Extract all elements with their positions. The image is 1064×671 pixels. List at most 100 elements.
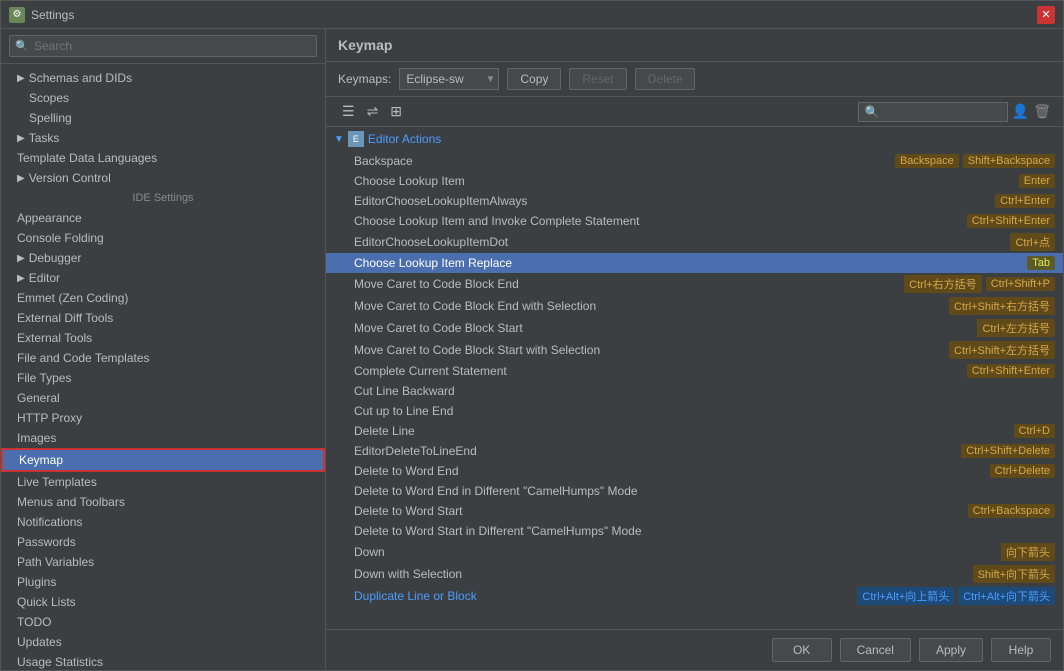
trash-icon[interactable]: 🗑 [1033,103,1051,120]
collapse-all-button[interactable]: ⇌ [363,101,383,122]
shortcut-badge: 向下箭头 [1001,543,1055,561]
cancel-button[interactable]: Cancel [840,638,911,662]
tree-row-delete-word-start[interactable]: Delete to Word Start Ctrl+Backspace [326,501,1063,521]
sidebar-item-path-variables[interactable]: Path Variables [1,552,325,572]
shortcut-badge: Ctrl+D [1014,424,1055,438]
help-button[interactable]: Help [991,638,1051,662]
sidebar-item-label: Emmet (Zen Coding) [17,291,128,305]
sidebar-item-spelling[interactable]: Spelling [1,108,325,128]
sidebar-item-debugger[interactable]: ▶ Debugger [1,248,325,268]
tree-row-choose-lookup-replace[interactable]: Choose Lookup Item Replace Tab [326,253,1063,273]
reset-button[interactable]: Reset [569,68,626,90]
title-bar: ⚙ Settings ✕ [1,1,1063,29]
tree-row-editor-choose-dot[interactable]: EditorChooseLookupItemDot Ctrl+点 [326,231,1063,253]
tree-row-cut-line-backward[interactable]: Cut Line Backward [326,381,1063,401]
shortcut-badge: Ctrl+Alt+向上箭头 [857,587,954,605]
tree-section-label: Editor Actions [368,132,441,146]
tree-row-move-caret-start[interactable]: Move Caret to Code Block Start Ctrl+左方括号 [326,317,1063,339]
shortcut-badge: Shift+Backspace [963,154,1055,168]
tree-row-cut-line-end[interactable]: Cut up to Line End [326,401,1063,421]
sidebar-item-menus-toolbars[interactable]: Menus and Toolbars [1,492,325,512]
sidebar-item-http-proxy[interactable]: HTTP Proxy [1,408,325,428]
shortcut-badge: Ctrl+Shift+Enter [967,364,1055,378]
shortcut-badge: Ctrl+Shift+P [986,277,1055,291]
sidebar-item-label: File and Code Templates [17,351,150,365]
sidebar-item-label: Spelling [29,111,72,125]
sidebar-item-label: File Types [17,371,71,385]
settings-window: ⚙ Settings ✕ 🔍 ▶ Schemas and DIDs Scopes [0,0,1064,671]
close-button[interactable]: ✕ [1037,6,1055,24]
sidebar-item-emmet[interactable]: Emmet (Zen Coding) [1,288,325,308]
tree-row-shortcut: Shift+向下箭头 [973,565,1055,583]
tree-section-editor-actions[interactable]: ▼ E Editor Actions [326,127,1063,151]
title-bar-text: Settings [31,8,1037,22]
sidebar-item-live-templates[interactable]: Live Templates [1,472,325,492]
sidebar-item-scopes[interactable]: Scopes [1,88,325,108]
tree-row-editor-delete-line-end[interactable]: EditorDeleteToLineEnd Ctrl+Shift+Delete [326,441,1063,461]
tree-row-label: Down [354,545,1001,559]
sidebar-item-general[interactable]: General [1,388,325,408]
tree-row-shortcut: Ctrl+Shift+Enter [967,364,1055,378]
sidebar-item-schemas[interactable]: ▶ Schemas and DIDs [1,68,325,88]
shortcut-badge: Ctrl+点 [1010,233,1055,251]
tree-row-label: Delete to Word End in Different "CamelHu… [354,484,1055,498]
tree-row-shortcut: Ctrl+Delete [990,464,1055,478]
sidebar-item-version-control[interactable]: ▶ Version Control [1,168,325,188]
sidebar-item-passwords[interactable]: Passwords [1,532,325,552]
tree-row-shortcut: Ctrl+点 [1010,233,1055,251]
apply-button[interactable]: Apply [919,638,983,662]
sidebar-item-usage-statistics[interactable]: Usage Statistics [1,652,325,670]
sidebar-item-file-types[interactable]: File Types [1,368,325,388]
tree-row-shortcut: 向下箭头 [1001,543,1055,561]
sidebar-item-images[interactable]: Images [1,428,325,448]
tree-row-label: EditorChooseLookupItemAlways [354,194,995,208]
sidebar-item-quick-lists[interactable]: Quick Lists [1,592,325,612]
tree-row-move-caret-end[interactable]: Move Caret to Code Block End Ctrl+右方括号 C… [326,273,1063,295]
expand-all-button[interactable]: ☰ [338,101,359,122]
tree-row-delete-word-end[interactable]: Delete to Word End Ctrl+Delete [326,461,1063,481]
sidebar-item-file-code-templates[interactable]: File and Code Templates [1,348,325,368]
sidebar-item-tasks[interactable]: ▶ Tasks [1,128,325,148]
sidebar-item-notifications[interactable]: Notifications [1,512,325,532]
sidebar-item-keymap[interactable]: Keymap [1,448,325,472]
search-wrapper: 🔍 [9,35,317,57]
ok-button[interactable]: OK [772,638,832,662]
tree-row-delete-word-end-camel[interactable]: Delete to Word End in Different "CamelHu… [326,481,1063,501]
sidebar-item-label: Schemas and DIDs [29,71,132,85]
toolbar-search-input[interactable] [858,102,1008,122]
toggle-button[interactable]: ⊞ [386,101,406,122]
tree-arrow-icon: ▼ [334,134,344,145]
tree-row-move-caret-end-sel[interactable]: Move Caret to Code Block End with Select… [326,295,1063,317]
shortcut-badge: Ctrl+Shift+Enter [967,214,1055,228]
sidebar-item-template-data[interactable]: Template Data Languages [1,148,325,168]
tree-row-move-caret-start-sel[interactable]: Move Caret to Code Block Start with Sele… [326,339,1063,361]
sidebar-search-input[interactable] [9,35,317,57]
sidebar-item-appearance[interactable]: Appearance [1,208,325,228]
sidebar-item-todo[interactable]: TODO [1,612,325,632]
sidebar-item-external-diff[interactable]: External Diff Tools [1,308,325,328]
sidebar-item-editor[interactable]: ▶ Editor [1,268,325,288]
shortcut-badge: Ctrl+Backspace [968,504,1055,518]
shortcut-badge: Ctrl+Enter [995,194,1055,208]
tree-row-backspace[interactable]: Backspace Backspace Shift+Backspace [326,151,1063,171]
tree-row-delete-line[interactable]: Delete Line Ctrl+D [326,421,1063,441]
copy-button[interactable]: Copy [507,68,561,90]
tree-row-complete-statement[interactable]: Complete Current Statement Ctrl+Shift+En… [326,361,1063,381]
tree-row-label: Delete to Word Start [354,504,968,518]
keymap-select[interactable]: Eclipse-sw [399,68,499,90]
sidebar-item-plugins[interactable]: Plugins [1,572,325,592]
tree-row-down-selection[interactable]: Down with Selection Shift+向下箭头 [326,563,1063,585]
tree-row-duplicate-line[interactable]: Duplicate Line or Block Ctrl+Alt+向上箭头 Ct… [326,585,1063,607]
arrow-icon: ▶ [17,73,25,84]
tree-row-choose-lookup[interactable]: Choose Lookup Item Enter [326,171,1063,191]
arrow-icon: ▶ [17,133,25,144]
sidebar-item-label: Quick Lists [17,595,76,609]
tree-row-down[interactable]: Down 向下箭头 [326,541,1063,563]
delete-button[interactable]: Delete [635,68,696,90]
sidebar-item-updates[interactable]: Updates [1,632,325,652]
tree-row-invoke-complete[interactable]: Choose Lookup Item and Invoke Complete S… [326,211,1063,231]
sidebar-item-external-tools[interactable]: External Tools [1,328,325,348]
sidebar-item-console-folding[interactable]: Console Folding [1,228,325,248]
tree-row-editor-choose-always[interactable]: EditorChooseLookupItemAlways Ctrl+Enter [326,191,1063,211]
tree-row-delete-word-start-camel[interactable]: Delete to Word Start in Different "Camel… [326,521,1063,541]
